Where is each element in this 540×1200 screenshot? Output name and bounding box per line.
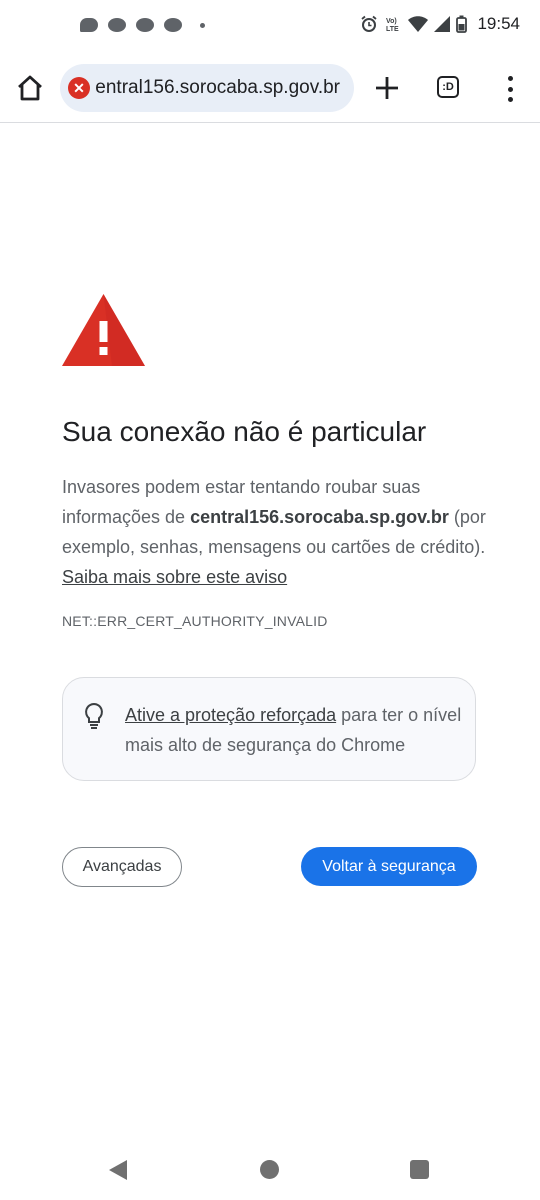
status-right: Vo) LTE 19:54: [360, 14, 520, 34]
system-nav-bar: [0, 1140, 540, 1200]
back-icon[interactable]: [109, 1160, 127, 1180]
svg-text:Vo): Vo): [386, 18, 397, 25]
notification-icon: [164, 18, 182, 32]
error-code: NET::ERR_CERT_AUTHORITY_INVALID: [62, 613, 328, 629]
url-text[interactable]: central156.sorocaba.sp.gov.br: [96, 77, 340, 99]
page-title: Sua conexão não é particular: [62, 416, 427, 447]
back-to-safety-button[interactable]: Voltar à segurança: [301, 847, 477, 886]
signal-icon: [434, 16, 451, 32]
overflow-menu-icon[interactable]: [500, 76, 520, 102]
alarm-icon: [361, 15, 378, 32]
status-bar: Vo) LTE 19:54: [0, 0, 540, 52]
enhanced-protection-tip: Ative a proteção reforçada para ter o ní…: [62, 677, 476, 781]
home-icon[interactable]: [14, 72, 46, 104]
chat-bubble-icon: [80, 18, 98, 32]
browser-toolbar: ✕ central156.sorocaba.sp.gov.br :D: [0, 52, 540, 123]
warning-icon: [62, 294, 145, 366]
enhanced-protection-link[interactable]: Ative a proteção reforçada: [125, 705, 336, 725]
new-tab-icon[interactable]: [373, 74, 401, 102]
wifi-icon: [408, 16, 429, 32]
lightbulb-icon: [85, 702, 103, 729]
tip-text: Ative a proteção reforçada para ter o ní…: [125, 700, 465, 760]
notification-icons: [80, 18, 205, 32]
battery-icon: [456, 15, 468, 33]
tab-switcher-button[interactable]: :D: [437, 76, 459, 98]
svg-text:LTE: LTE: [386, 26, 399, 33]
volte-icon: Vo)LTE: [386, 18, 399, 33]
home-circle-icon[interactable]: [260, 1160, 279, 1179]
more-dot-icon: [200, 22, 205, 28]
address-bar[interactable]: ✕ central156.sorocaba.sp.gov.br: [60, 64, 354, 112]
learn-more-link[interactable]: Saiba mais sobre este aviso: [62, 567, 287, 587]
recents-icon[interactable]: [410, 1160, 429, 1179]
notification-icon: [108, 18, 126, 32]
warning-description: Invasores podem estar tentando roubar su…: [62, 472, 492, 592]
clock: 19:54: [477, 14, 520, 33]
advanced-button[interactable]: Avançadas: [62, 847, 182, 887]
notification-icon: [136, 18, 154, 32]
domain-name: central156.sorocaba.sp.gov.br: [190, 507, 449, 527]
not-secure-icon[interactable]: ✕: [68, 77, 90, 99]
